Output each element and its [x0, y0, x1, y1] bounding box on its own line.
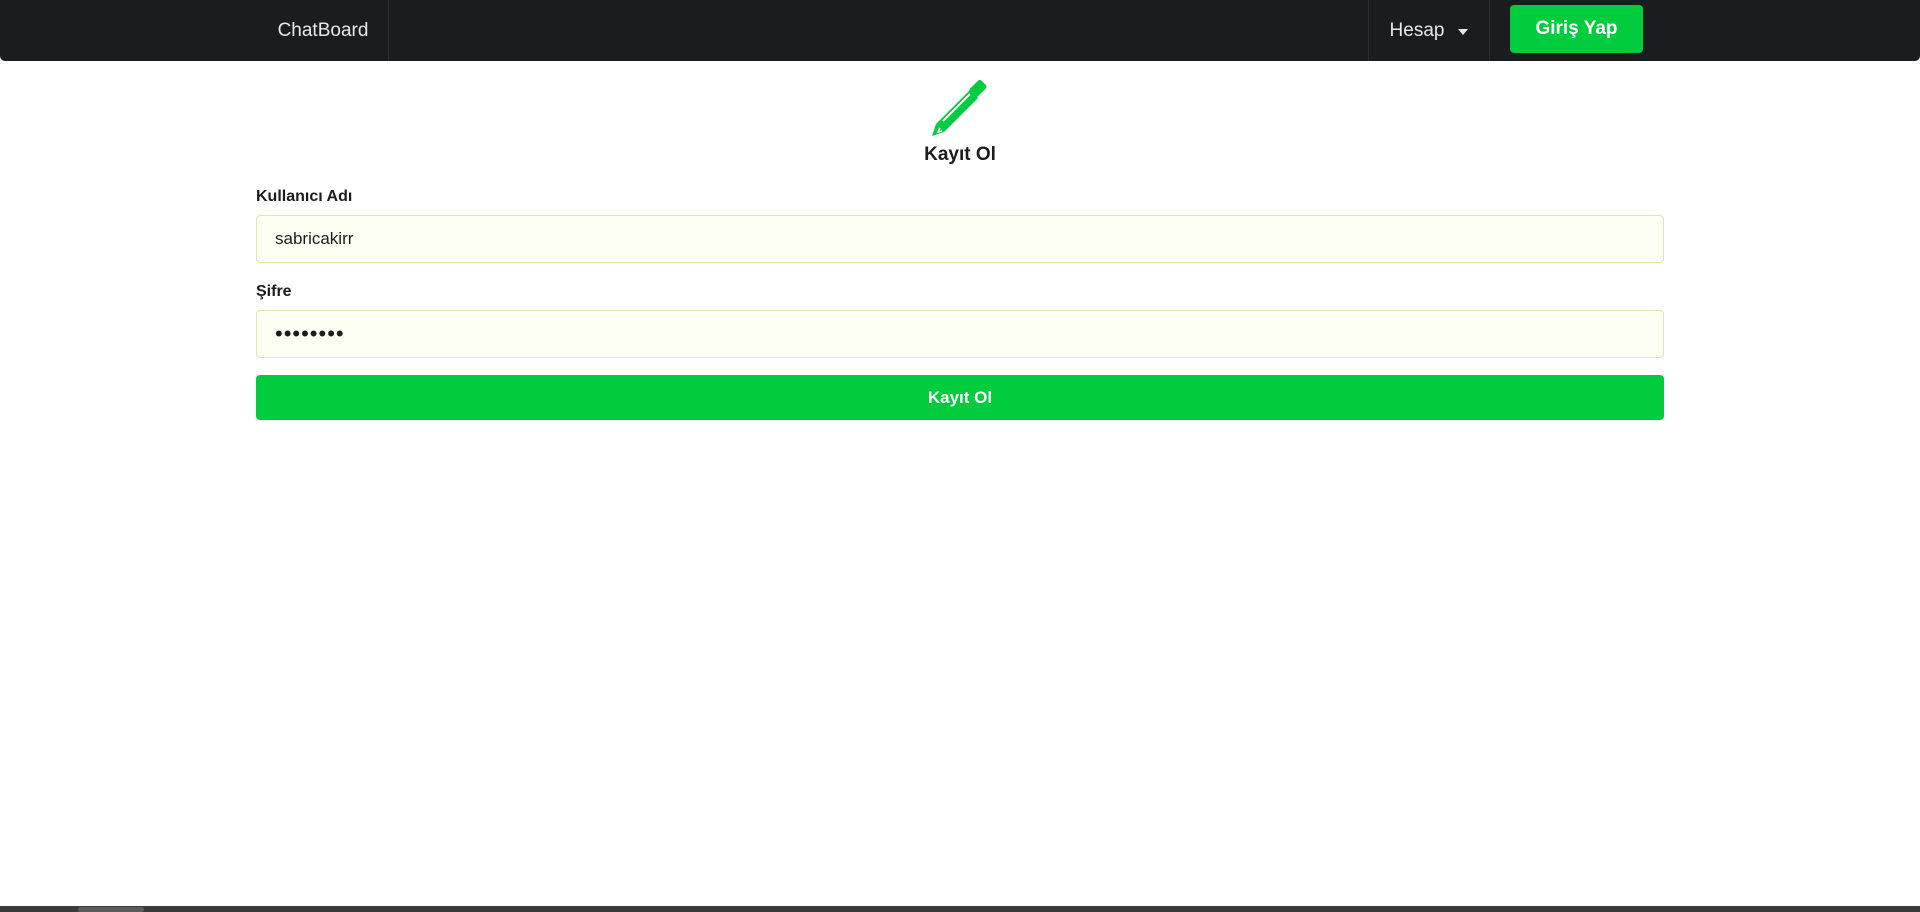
password-input[interactable]	[256, 310, 1664, 358]
password-label: Şifre	[256, 283, 292, 300]
pencil-icon	[932, 79, 987, 136]
scrollbar-thumb[interactable]	[78, 907, 144, 912]
account-dropdown[interactable]: Hesap	[1368, 0, 1490, 61]
login-button[interactable]: Giriş Yap	[1510, 5, 1643, 53]
register-button[interactable]: Kayıt Ol	[256, 375, 1664, 420]
account-dropdown-label: Hesap	[1389, 19, 1445, 41]
username-label: Kullanıcı Adı	[256, 188, 353, 205]
username-input[interactable]	[256, 215, 1664, 263]
brand-link[interactable]: ChatBoard	[258, 0, 389, 61]
caret-down-icon	[1458, 28, 1469, 35]
horizontal-scrollbar[interactable]	[0, 906, 1920, 912]
page-title: Kayıt Ol	[924, 144, 996, 165]
top-navbar: ChatBoard Hesap Giriş Yap	[0, 0, 1920, 61]
